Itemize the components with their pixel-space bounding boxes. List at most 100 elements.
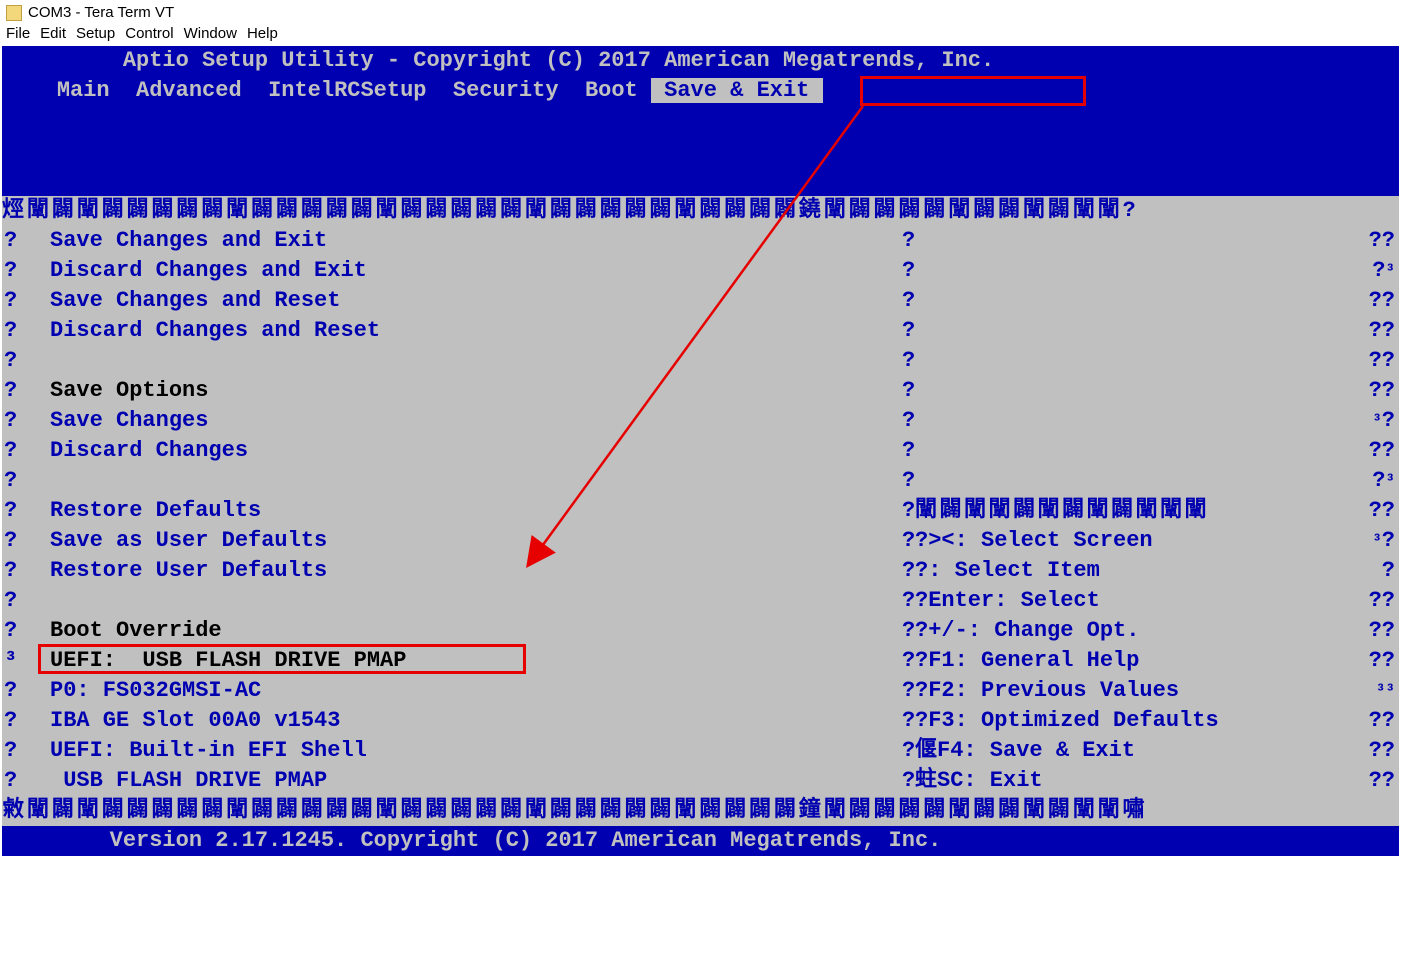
window-titlebar: COM3 - Tera Term VT xyxy=(0,0,1407,23)
terminal-area: Aptio Setup Utility - Copyright (C) 2017… xyxy=(2,46,1399,856)
item-row-0[interactable]: Save Changes and Exit xyxy=(50,226,327,256)
border-left: ? xyxy=(4,436,17,466)
item-row-17[interactable]: UEFI: Built-in EFI Shell xyxy=(50,736,367,766)
border-left: ? xyxy=(4,226,17,256)
tab-save-exit[interactable]: Save & Exit xyxy=(651,78,823,103)
border-mid: ? xyxy=(902,526,915,556)
bios-header: Aptio Setup Utility - Copyright (C) 2017… xyxy=(2,46,1399,76)
border-left: ? xyxy=(4,346,17,376)
bios-tabs-row: Main Advanced IntelRCSetup Security Boot… xyxy=(2,76,1399,196)
item-row-15[interactable]: P0: FS032GMSI-AC xyxy=(50,676,261,706)
item-row-13: Boot Override xyxy=(50,616,222,646)
item-row-16[interactable]: IBA GE Slot 00A0 v1543 xyxy=(50,706,340,736)
border-right: ?? xyxy=(1369,496,1395,526)
border-mid: ? xyxy=(902,256,915,286)
border-mid: ? xyxy=(902,556,915,586)
border-mid: ? xyxy=(902,496,915,526)
border-right: ?? xyxy=(1369,316,1395,346)
bios-footer: Version 2.17.1245. Copyright (C) 2017 Am… xyxy=(2,826,1399,856)
help-line-8: 蛀SC: Exit xyxy=(915,766,1043,796)
menu-help[interactable]: Help xyxy=(247,25,278,42)
border-mid: ? xyxy=(902,766,915,796)
border-left: ? xyxy=(4,286,17,316)
border-right: ?? xyxy=(1369,736,1395,766)
menu-file[interactable]: File xyxy=(6,25,30,42)
menu-edit[interactable]: Edit xyxy=(40,25,66,42)
menu-control[interactable]: Control xyxy=(125,25,173,42)
border-mid: ? xyxy=(902,376,915,406)
border-left: ? xyxy=(4,496,17,526)
window-title: COM3 - Tera Term VT xyxy=(28,4,174,21)
border-left: ? xyxy=(4,376,17,406)
annotation-highlight-tab xyxy=(860,76,1086,106)
border-mid: ? xyxy=(902,706,915,736)
help-line-4: ?F1: General Help xyxy=(915,646,1139,676)
bios-body: ? Save Changes and Exit ? ?? ? Discard C… xyxy=(2,226,1399,796)
border-left: ? xyxy=(4,256,17,286)
border-left: ? xyxy=(4,706,17,736)
tab-boot[interactable]: Boot xyxy=(585,78,638,103)
tab-advanced[interactable]: Advanced xyxy=(136,78,242,103)
border-mid: ? xyxy=(902,316,915,346)
border-mid: ? xyxy=(902,406,915,436)
item-row-14[interactable]: UEFI: USB FLASH DRIVE PMAP xyxy=(50,646,406,676)
item-row-6[interactable]: Save Changes xyxy=(50,406,208,436)
help-separator: 闡闢闡闡闢闡闢闡闢闡闡闡 xyxy=(915,496,1209,526)
border-mid: ? xyxy=(902,226,915,256)
border-right: ?? xyxy=(1369,436,1395,466)
border-left: ? xyxy=(4,736,17,766)
window-icon xyxy=(6,5,22,21)
border-left: ? xyxy=(4,466,17,496)
border-mid: ? xyxy=(902,436,915,466)
border-right: ³? xyxy=(1372,406,1395,436)
border-top: 烴闡闢闡闢闢闢闢闢闡闢闢闢闢闢闡闢闢闢闢闢闡闢闢闢闢闢闡闢闢闢闢鐃闡闢闢闢闢闡闢… xyxy=(2,196,1399,226)
border-mid: ? xyxy=(902,586,915,616)
border-left: ? xyxy=(4,676,17,706)
item-row-1[interactable]: Discard Changes and Exit xyxy=(50,256,367,286)
border-mid: ? xyxy=(902,736,915,766)
help-line-3: ?+/-: Change Opt. xyxy=(915,616,1139,646)
tab-security[interactable]: Security xyxy=(453,78,559,103)
tab-intelrcsetup[interactable]: IntelRCSetup xyxy=(268,78,426,103)
help-line-6: ?F3: Optimized Defaults xyxy=(915,706,1219,736)
help-line-0: ?><: Select Screen xyxy=(915,526,1153,556)
border-mid: ? xyxy=(902,616,915,646)
border-left: ? xyxy=(4,766,17,796)
border-right: ?? xyxy=(1369,376,1395,406)
item-row-11[interactable]: Restore User Defaults xyxy=(50,556,327,586)
border-right: ?? xyxy=(1369,346,1395,376)
border-mid: ? xyxy=(902,646,915,676)
border-mid: ? xyxy=(902,466,915,496)
menu-window[interactable]: Window xyxy=(184,25,237,42)
tab-main[interactable]: Main xyxy=(57,78,110,103)
border-left: ? xyxy=(4,616,17,646)
border-right: ?? xyxy=(1369,766,1395,796)
border-bottom: 敹闡闢闡闢闢闢闢闢闡闢闢闢闢闢闡闢闢闢闢闢闡闢闢闢闢闢闡闢闢闢闢鐘闡闢闢闢闢闡闢… xyxy=(2,796,1399,826)
border-right: ?³ xyxy=(1372,256,1395,286)
border-right: ³? xyxy=(1372,526,1395,556)
border-mid: ? xyxy=(902,346,915,376)
menu-setup[interactable]: Setup xyxy=(76,25,115,42)
item-row-2[interactable]: Save Changes and Reset xyxy=(50,286,340,316)
border-left: ? xyxy=(4,316,17,346)
help-line-2: ?Enter: Select xyxy=(915,586,1100,616)
border-right: ?? xyxy=(1369,616,1395,646)
item-row-7[interactable]: Discard Changes xyxy=(50,436,248,466)
border-left: ? xyxy=(4,406,17,436)
border-mid: ? xyxy=(902,676,915,706)
border-right: ³³ xyxy=(1376,676,1395,706)
border-right: ? xyxy=(1369,556,1395,586)
item-row-3[interactable]: Discard Changes and Reset xyxy=(50,316,380,346)
border-right: ?³ xyxy=(1372,466,1395,496)
item-row-18[interactable]: USB FLASH DRIVE PMAP xyxy=(50,766,327,796)
border-right: ?? xyxy=(1369,586,1395,616)
item-row-10[interactable]: Save as User Defaults xyxy=(50,526,327,556)
help-line-1: ?: Select Item xyxy=(915,556,1100,586)
menubar: File Edit Setup Control Window Help xyxy=(0,23,1407,46)
border-left: ? xyxy=(4,526,17,556)
border-right: ?? xyxy=(1369,646,1395,676)
help-line-7: 偃F4: Save & Exit xyxy=(915,736,1135,766)
item-row-9[interactable]: Restore Defaults xyxy=(50,496,261,526)
border-mid: ? xyxy=(902,286,915,316)
border-right: ?? xyxy=(1369,226,1395,256)
